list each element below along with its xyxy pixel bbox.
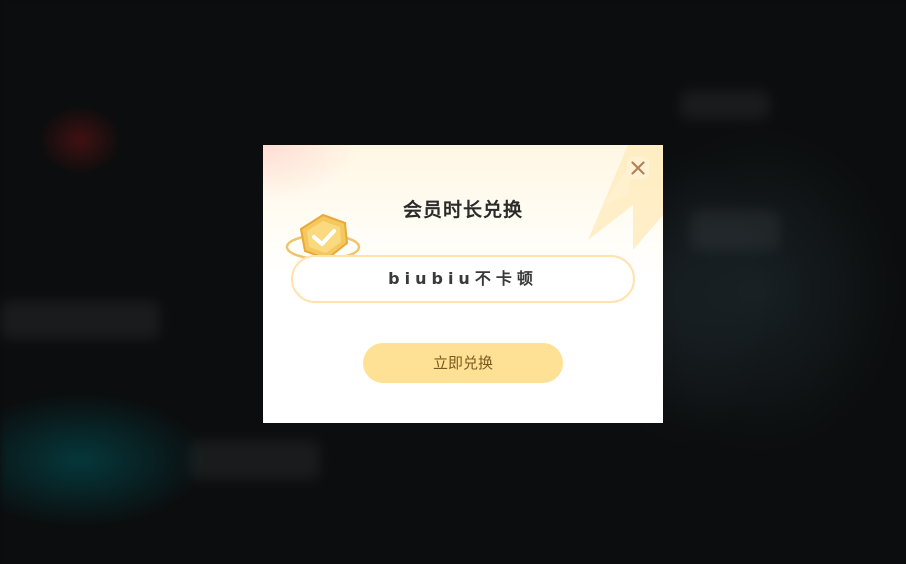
close-button[interactable] [627,157,649,179]
background-panel [680,90,770,120]
background-panel [690,210,780,250]
redeem-button[interactable]: 立即兑换 [363,343,563,383]
close-icon [627,157,649,179]
background-panel [0,300,160,340]
redeem-code-field[interactable]: biubiu不卡顿 [291,255,635,303]
dialog-title: 会员时长兑换 [402,199,523,221]
redeem-dialog: 会员时长兑换 biubiu不卡顿 立即兑换 [263,145,663,423]
background-panel [190,440,320,480]
